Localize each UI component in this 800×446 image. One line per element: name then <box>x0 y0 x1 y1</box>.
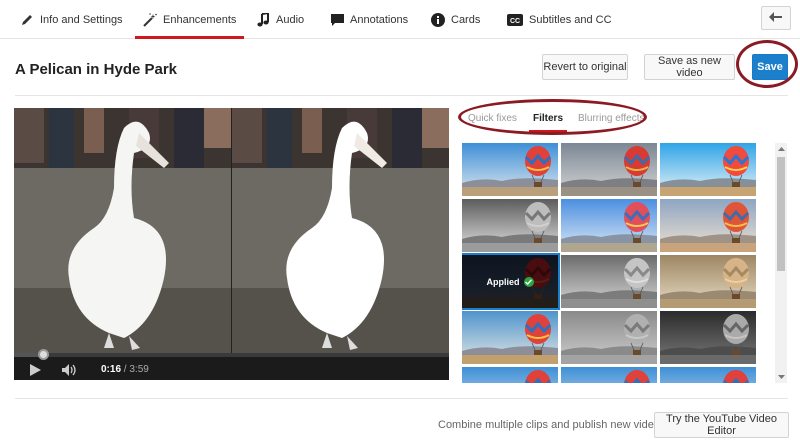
filter-thumbnail[interactable]: Applied <box>462 253 560 310</box>
filter-thumbnail[interactable] <box>561 143 657 196</box>
music-note-icon <box>256 12 270 27</box>
scroll-down-arrow-icon[interactable] <box>775 371 787 383</box>
tab-label: Subtitles and CC <box>529 13 612 26</box>
tab-audio[interactable]: Audio <box>256 0 304 39</box>
back-arrow-icon <box>769 9 783 27</box>
progress-bar[interactable] <box>14 349 449 360</box>
filter-thumbnail[interactable] <box>660 199 756 252</box>
original-video-frame <box>14 108 231 353</box>
play-icon[interactable] <box>30 363 41 380</box>
time-display: 0:16 / 3:59 <box>101 364 149 375</box>
filter-thumbnail[interactable] <box>561 199 657 252</box>
applied-overlay: Applied <box>462 255 558 308</box>
filter-thumbnail[interactable] <box>561 367 657 383</box>
header-divider <box>15 95 788 96</box>
speech-bubble-icon <box>330 13 344 27</box>
subtab-filters[interactable]: Filters <box>528 113 568 132</box>
player-controls: 0:16 / 3:59 <box>14 349 449 380</box>
applied-label: Applied <box>486 276 520 287</box>
footer-divider <box>15 398 788 399</box>
video-player[interactable]: 0:16 / 3:59 <box>14 108 449 380</box>
current-time: 0:16 <box>101 364 122 375</box>
back-button[interactable] <box>761 6 791 30</box>
progress-scrubber[interactable] <box>38 349 50 360</box>
scroll-thumb[interactable] <box>777 157 785 271</box>
tab-annotations[interactable]: Annotations <box>330 0 408 39</box>
filter-thumbnail[interactable] <box>561 311 657 364</box>
save-button[interactable]: Save <box>752 54 788 80</box>
tab-subtitles-and-cc[interactable]: CC Subtitles and CC <box>507 0 612 39</box>
duration: 3:59 <box>129 364 149 375</box>
info-circle-icon <box>431 12 445 27</box>
save-as-new-video-button[interactable]: Save as new video <box>644 54 735 80</box>
filter-thumbnail[interactable] <box>660 143 756 196</box>
tab-label: Info and Settings <box>40 13 123 26</box>
cc-icon: CC <box>507 13 523 27</box>
filter-thumbnail[interactable] <box>462 367 558 383</box>
filter-thumbnail[interactable] <box>660 255 756 308</box>
filter-scrollbar[interactable] <box>775 143 787 383</box>
filter-thumbnail[interactable] <box>462 143 558 196</box>
revert-to-original-button[interactable]: Revert to original <box>542 54 628 80</box>
try-video-editor-button[interactable]: Try the YouTube Video Editor <box>654 412 789 438</box>
filter-thumbnail[interactable] <box>561 255 657 308</box>
enhanced-video-frame <box>232 108 449 353</box>
top-tab-bar: Info and Settings Enhancements Audio Ann… <box>0 0 800 39</box>
filter-thumbnail[interactable] <box>462 311 558 364</box>
enhancement-subtabs: Quick fixes Filters Blurring effects <box>462 108 652 132</box>
filter-grid: Applied <box>462 143 760 383</box>
filter-thumbnail[interactable] <box>462 199 558 252</box>
volume-icon[interactable] <box>62 363 78 380</box>
tab-label: Audio <box>276 13 305 26</box>
tab-label: Enhancements <box>163 13 237 26</box>
scroll-up-arrow-icon[interactable] <box>775 143 787 155</box>
subtab-blurring-effects[interactable]: Blurring effects <box>578 113 645 124</box>
svg-text:CC: CC <box>510 18 520 25</box>
subtab-quick-fixes[interactable]: Quick fixes <box>468 113 517 124</box>
filter-thumbnail[interactable] <box>660 367 756 383</box>
tab-label: Cards <box>451 13 481 26</box>
footer-text: Combine multiple clips and publish new v… <box>438 419 669 431</box>
tab-label: Annotations <box>350 13 409 26</box>
checkmark-icon <box>523 276 534 287</box>
video-title: A Pelican in Hyde Park <box>15 61 178 78</box>
pencil-icon <box>20 13 34 27</box>
tab-info-and-settings[interactable]: Info and Settings <box>20 0 123 39</box>
tab-cards[interactable]: Cards <box>431 0 480 39</box>
tab-enhancements[interactable]: Enhancements <box>134 0 245 39</box>
filter-thumbnail[interactable] <box>660 311 756 364</box>
magic-wand-icon <box>143 12 157 27</box>
